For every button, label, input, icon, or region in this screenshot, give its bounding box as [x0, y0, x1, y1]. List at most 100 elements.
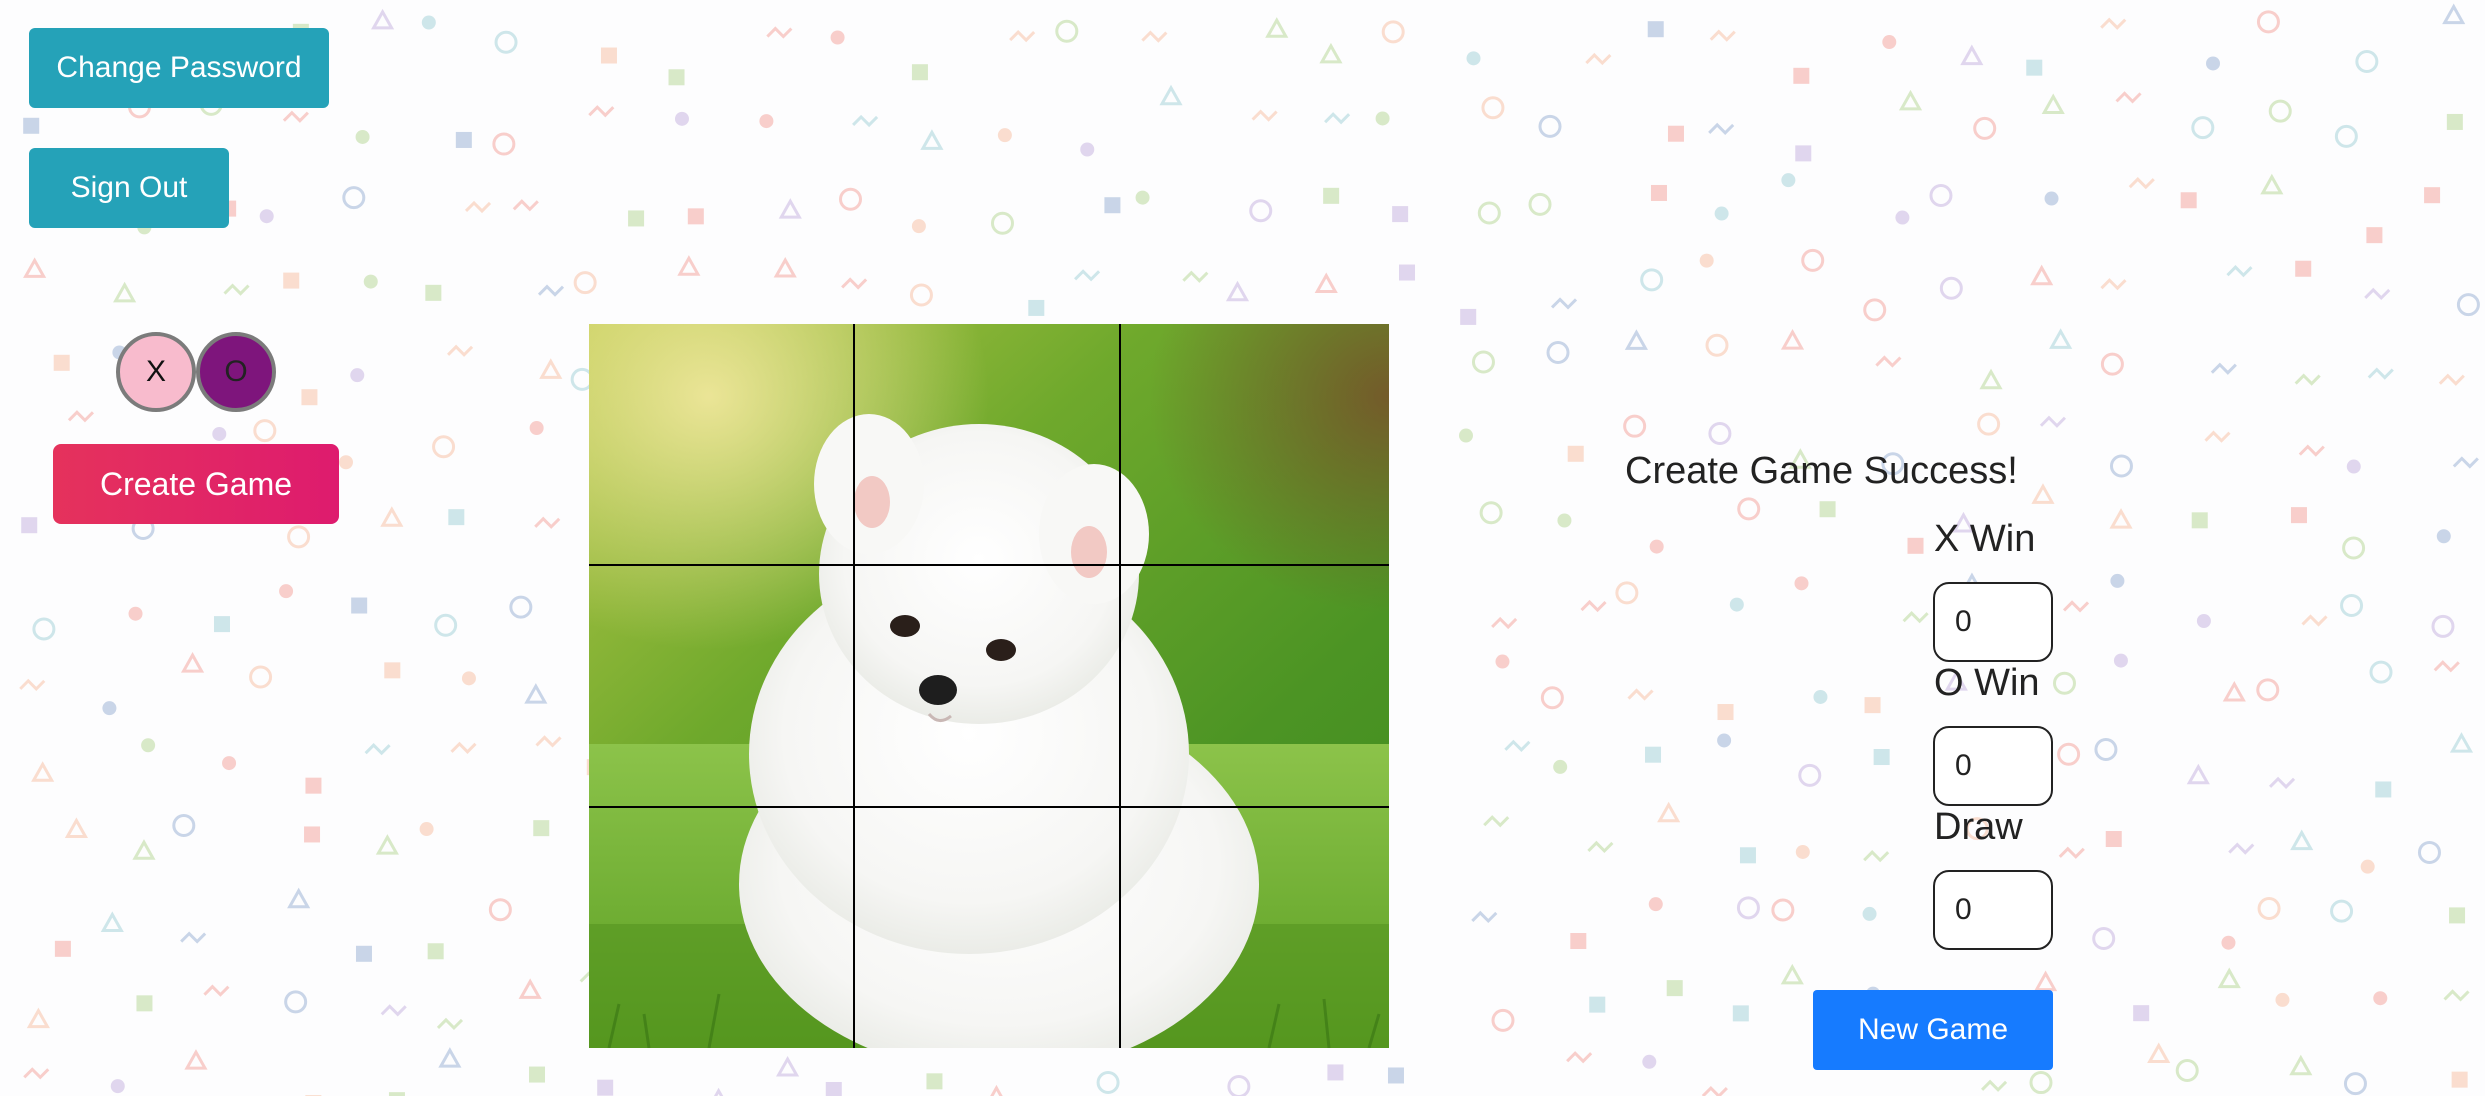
confetti-shape	[1895, 210, 1910, 225]
confetti-shape	[283, 272, 300, 289]
confetti-shape	[2355, 50, 2379, 74]
confetti-shape	[1708, 422, 1732, 446]
confetti-shape	[23, 1067, 50, 1080]
confetti-shape	[529, 421, 544, 436]
grid-line-v1	[853, 324, 855, 1048]
confetti-shape	[1977, 412, 2001, 436]
confetti-shape	[1483, 815, 1510, 828]
confetti-shape	[2369, 660, 2393, 684]
x-win-count: 0	[1933, 582, 2053, 662]
confetti-shape	[1939, 276, 1963, 300]
confetti-shape	[1907, 537, 1924, 554]
o-win-label: O Win	[1934, 662, 2040, 704]
confetti-shape	[128, 606, 143, 621]
confetti-shape	[1471, 350, 1495, 374]
confetti-shape	[2057, 742, 2081, 766]
confetti-shape	[1714, 206, 1729, 221]
board-cell-4[interactable]	[589, 564, 854, 806]
confetti-shape	[1708, 122, 1735, 135]
confetti-shape	[447, 344, 474, 357]
confetti-shape	[1566, 1051, 1593, 1064]
confetti-shape	[421, 15, 436, 30]
confetti-shape	[2443, 989, 2470, 1002]
confetti-shape	[1979, 368, 2003, 390]
confetti-shape	[1538, 114, 1562, 138]
confetti-shape	[2268, 99, 2292, 123]
confetti-shape	[1249, 199, 1273, 223]
confetti-shape	[1227, 1075, 1251, 1096]
confetti-shape	[1550, 297, 1578, 310]
o-token[interactable]: O	[196, 332, 276, 412]
confetti-shape	[990, 1084, 1003, 1096]
confetti-shape	[1771, 898, 1795, 922]
confetti-shape	[1460, 308, 1477, 325]
confetti-shape	[23, 257, 47, 278]
confetti-shape	[2206, 56, 2221, 71]
board-cell-5[interactable]	[854, 564, 1120, 806]
x-token-label: X	[145, 355, 166, 388]
board-cell-1[interactable]	[589, 324, 854, 564]
x-win-label: X Win	[1934, 518, 2036, 560]
confetti-shape	[1491, 1008, 1515, 1032]
create-game-button[interactable]: Create Game	[53, 444, 339, 524]
confetti-shape	[1546, 341, 1570, 365]
confetti-shape	[2449, 907, 2466, 924]
board-cell-8[interactable]	[854, 806, 1120, 1048]
confetti-shape	[203, 984, 230, 997]
board-cell-2[interactable]	[854, 324, 1120, 564]
confetti-shape	[180, 931, 207, 944]
confetti-shape	[1479, 501, 1503, 525]
confetti-shape	[371, 8, 395, 30]
confetti-shape	[1104, 197, 1121, 214]
board-cell-7[interactable]	[589, 806, 854, 1048]
confetti-shape	[132, 839, 156, 860]
confetti-shape	[1642, 1054, 1657, 1069]
confetti-shape	[2109, 454, 2133, 478]
confetti-shape	[184, 1049, 208, 1070]
confetti-shape	[1701, 1085, 1728, 1096]
confetti-shape	[141, 738, 156, 753]
sign-out-button[interactable]: Sign Out	[29, 148, 229, 228]
confetti-shape	[2026, 59, 2043, 76]
confetti-shape	[1159, 84, 1183, 106]
board-cell-9[interactable]	[1120, 806, 1389, 1048]
confetti-shape	[2034, 970, 2058, 992]
confetti-shape	[19, 678, 46, 691]
confetti-shape	[1557, 513, 1572, 528]
confetti-shape	[488, 898, 512, 922]
confetti-shape	[1074, 269, 1101, 282]
confetti-shape	[64, 817, 88, 838]
confetti-shape	[1471, 910, 1498, 924]
change-password-button[interactable]: Change Password	[29, 28, 329, 108]
confetti-shape	[668, 69, 685, 86]
confetti-shape	[1729, 597, 1744, 612]
confetti-shape	[287, 525, 311, 549]
new-game-button[interactable]: New Game	[1813, 990, 2053, 1070]
confetti-shape	[1458, 428, 1473, 443]
confetti-shape	[687, 208, 704, 225]
game-board	[589, 324, 1389, 1048]
confetti-shape	[1251, 109, 1278, 122]
confetti-shape	[2204, 430, 2231, 443]
confetti-shape	[1736, 896, 1760, 920]
confetti-shape	[1080, 142, 1095, 157]
confetti-shape	[67, 410, 95, 423]
confetti-shape	[1615, 581, 1639, 605]
confetti-shape	[1650, 184, 1667, 201]
confetti-shape	[1795, 844, 1810, 859]
confetti-shape	[1737, 497, 1761, 521]
draw-count: 0	[1933, 870, 2053, 950]
board-cell-6[interactable]	[1120, 564, 1389, 806]
confetti-shape	[2210, 362, 2237, 375]
confetti-shape	[2367, 367, 2394, 380]
confetti-shape	[363, 274, 378, 289]
x-token[interactable]: X	[116, 332, 196, 412]
confetti-shape	[1319, 42, 1343, 64]
board-cell-3[interactable]	[1120, 324, 1389, 564]
confetti-shape	[2049, 328, 2073, 349]
confetti-shape	[1739, 847, 1756, 864]
confetti-shape	[375, 834, 399, 855]
grid-line-h2	[589, 806, 1389, 808]
confetti-shape	[2196, 613, 2211, 628]
confetti-shape	[2290, 829, 2314, 851]
